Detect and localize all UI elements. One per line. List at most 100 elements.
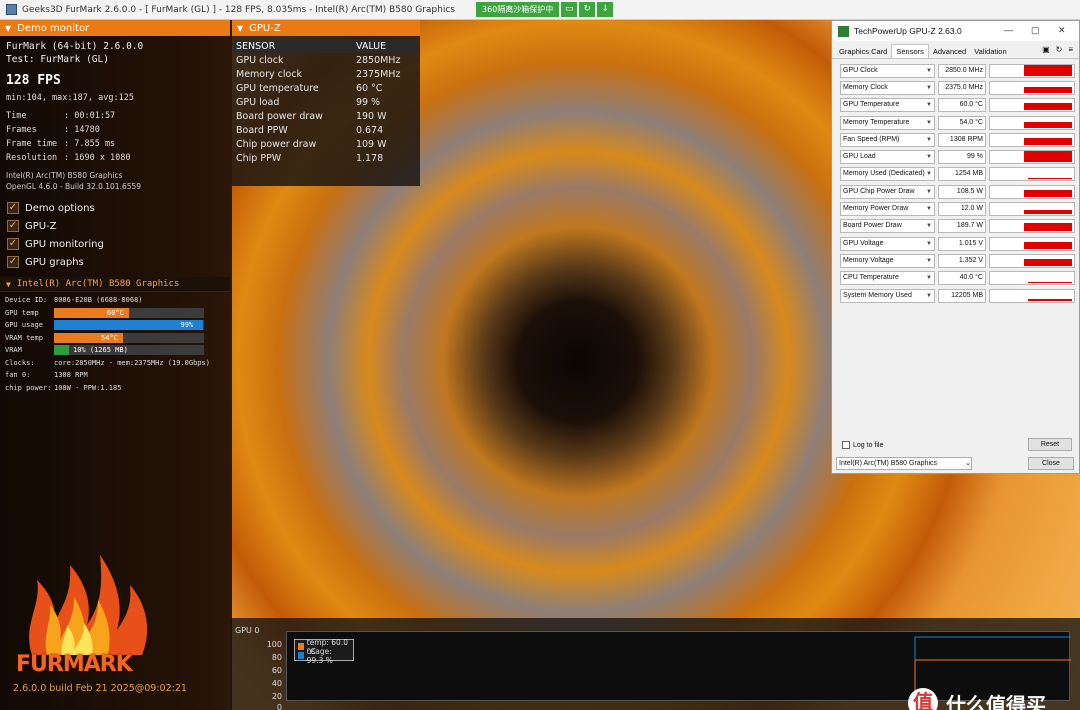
chip-power-row: chip power: 108W - PPW:1.185 [5,383,122,392]
option-demo-options[interactable]: ✓ Demo options [7,199,230,217]
minimize-icon[interactable]: — [1004,25,1013,35]
sensor-graph-fill [1024,121,1072,128]
sensor-graph [989,150,1075,165]
gpu-monitor-rows: Device ID: 8086-E20B (6688-8068) GPU temp… [0,294,230,394]
tab-graphics-card[interactable]: Graphics Card [835,45,891,58]
sensor-graph [989,202,1075,217]
sensor-name-dropdown[interactable]: GPU Load ▼ [840,150,935,165]
gpu-section-header[interactable]: ▼ Intel(R) Arc(TM) B580 Graphics [0,277,230,292]
extension-refresh-icon[interactable]: ↻ [579,2,596,17]
sensor-row: GPU Chip Power Draw ▼ 108.5 W [840,183,1075,200]
sensor-row: Fan Speed (RPM) ▼ 1308 RPM [840,131,1075,148]
extension-window-icon[interactable]: ▭ [561,2,578,17]
table-row: GPU load 99 % [236,96,381,108]
vram-temp-row: VRAM temp 54°C [0,332,230,345]
reset-button[interactable]: Reset [1028,438,1072,451]
tab-advanced[interactable]: Advanced [929,45,970,58]
sensor-name-dropdown[interactable]: GPU Temperature ▼ [840,98,935,113]
collapse-triangle-icon[interactable]: ▼ [237,24,243,33]
sensor-graph-fill [1024,86,1072,93]
option-gpu-monitoring[interactable]: ✓ GPU monitoring [7,235,230,253]
sensor-graph [989,167,1075,182]
sensor-name-dropdown[interactable]: GPU Voltage ▼ [840,236,935,251]
sensor-row: GPU Clock ▼ 2850.0 MHz [840,62,1075,79]
gpu-section-title: Intel(R) Arc(TM) B580 Graphics [16,279,180,289]
sensor-value: 40.0 °C [938,271,986,286]
tab-sensors[interactable]: Sensors [891,44,929,58]
bar-text: 99% [180,321,194,330]
bar-text: 60°C [107,308,124,317]
chevron-down-icon: ▼ [926,171,932,178]
option-gpu-graphs[interactable]: ✓ GPU graphs [7,253,230,271]
window-title: Geeks3D FurMark 2.6.0.0 - [ FurMark (GL)… [22,4,455,15]
sensor-row: Memory Clock ▼ 2375.0 MHz [840,79,1075,96]
sensor-name-dropdown[interactable]: Fan Speed (RPM) ▼ [840,132,935,147]
checkbox-checked-icon[interactable]: ✓ [7,238,19,250]
checkbox-checked-icon[interactable]: ✓ [7,220,19,232]
chevron-down-icon: ▼ [926,275,932,282]
sensor-row: GPU Voltage ▼ 1.015 V [840,235,1075,252]
test-name: Test: FurMark (GL) [6,54,109,65]
sensor-name-dropdown[interactable]: System Memory Used ▼ [840,288,935,303]
option-gpu-z[interactable]: ✓ GPU-Z [7,217,230,235]
collapse-triangle-icon[interactable]: ▼ [6,280,11,289]
extension-download-icon[interactable]: ↓ [597,2,614,17]
sensor-name-dropdown[interactable]: Board Power Draw ▼ [840,219,935,234]
table-row: Chip PPW 1.178 [236,152,384,164]
sensor-name-dropdown[interactable]: GPU Clock ▼ [840,63,935,78]
tab-validation[interactable]: Validation [970,45,1010,58]
furmark-logo-text: FURMARK [16,652,133,677]
menu-icon[interactable]: ≡ [1068,45,1073,54]
sandbox-extension[interactable]: 360隔离沙箱保护中 ▭ ↻ ↓ [476,2,614,17]
close-button[interactable]: Close [1028,457,1074,470]
log-to-file-checkbox[interactable]: Log to file [842,441,883,449]
sensor-value: 60.0 °C [938,98,986,113]
gpu-z-toolbar: ▣ ↻ ≡ [1036,45,1073,54]
chevron-down-icon: ⌄ [965,460,971,467]
sensor-graph [989,63,1075,78]
sensor-value: 99 % [938,150,986,165]
chevron-down-icon: ▼ [926,102,932,109]
sensor-name-dropdown[interactable]: Memory Temperature ▼ [840,115,935,130]
graph-legend: temp: 60.0 °C usage: 99.3 % [294,638,354,665]
chevron-down-icon: ▼ [926,240,932,247]
sensor-graph [989,271,1075,286]
collapse-triangle-icon[interactable]: ▼ [5,24,11,33]
sensor-row: GPU Temperature ▼ 60.0 °C [840,97,1075,114]
sensor-name-dropdown[interactable]: GPU Chip Power Draw ▼ [840,184,935,199]
sensor-value: 12205 MB [938,288,986,303]
vram-bar: 10% (1265 MB) [54,345,204,356]
demo-options-list: ✓ Demo options ✓ GPU-Z ✓ GPU monitoring ✓ GP… [0,199,230,271]
sensor-value: 1308 RPM [938,132,986,147]
camera-icon[interactable]: ▣ [1042,45,1050,54]
gpu-temp-bar: 60°C [54,307,204,318]
sensor-name-dropdown[interactable]: CPU Temperature ▼ [840,271,935,286]
demo-monitor-panel: ▼ Demo monitor FurMark (64-bit) 2.6.0.0 … [0,20,230,271]
sensor-name-dropdown[interactable]: Memory Power Draw ▼ [840,202,935,217]
checkbox-checked-icon[interactable]: ✓ [7,202,19,214]
sensor-value: 2850.0 MHz [938,63,986,78]
chevron-down-icon: ▼ [926,257,932,264]
close-icon[interactable]: ✕ [1058,25,1066,36]
chevron-down-icon: ▼ [926,292,932,299]
graph-title: GPU 0 [235,626,260,635]
chevron-down-icon: ▼ [926,154,932,161]
sensor-name-dropdown[interactable]: Memory Clock ▼ [840,80,935,95]
sensor-graph [989,80,1075,95]
checkbox-icon[interactable] [842,441,850,449]
sensor-graph [989,98,1075,113]
refresh-icon[interactable]: ↻ [1056,45,1063,54]
gpu-z-overlay-header[interactable]: ▼ GPU-Z [232,20,420,36]
sensor-name-dropdown[interactable]: Memory Used (Dedicated) ▼ [840,167,935,182]
sensor-row: Board Power Draw ▼ 189.7 W [840,218,1075,235]
checkbox-checked-icon[interactable]: ✓ [7,256,19,268]
sensor-graph-fill [1024,137,1072,145]
sensor-graph-fill [1024,151,1072,163]
sensor-row: System Memory Used ▼ 12205 MB [840,287,1075,304]
table-row: GPU temperature 60 °C [236,82,383,94]
sensor-name-dropdown[interactable]: Memory Voltage ▼ [840,253,935,268]
gpu-usage-row: GPU usage 99% [0,319,230,332]
maximize-icon[interactable]: ▢ [1031,25,1040,36]
demo-monitor-header[interactable]: ▼ Demo monitor [0,20,230,36]
device-select[interactable]: Intel(R) Arc(TM) B580 Graphics ⌄ [836,457,972,470]
